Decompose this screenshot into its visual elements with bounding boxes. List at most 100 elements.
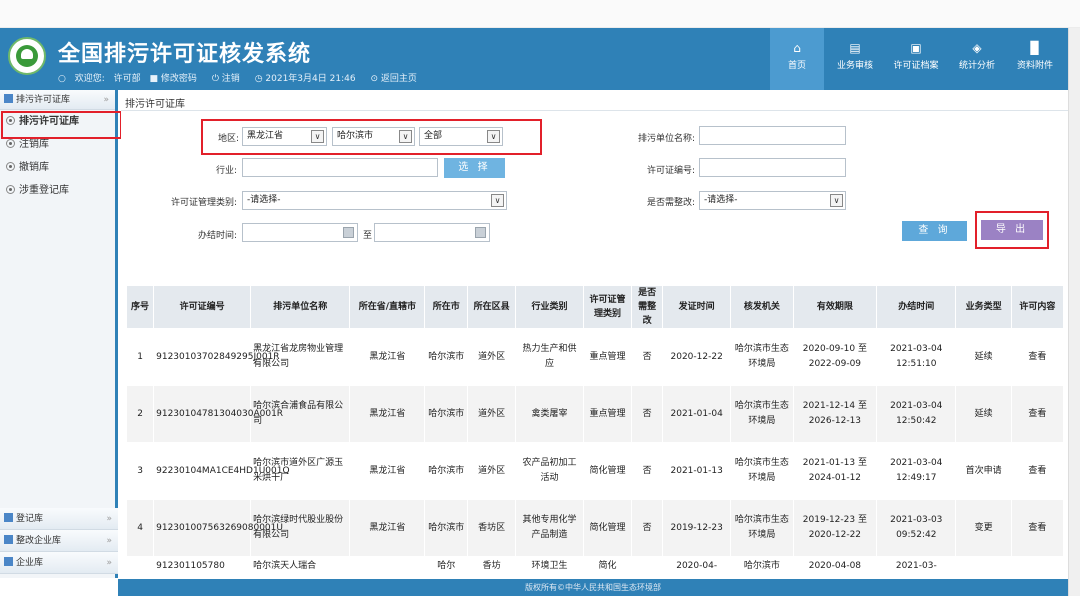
- table-cell: 重点管理: [582, 385, 632, 443]
- sidebar-group-rectify[interactable]: 整改企业库»: [0, 530, 118, 552]
- table-row[interactable]: 4 912301007563269080001U 哈尔滨绿时代股业股份有限公司 黑龙江…: [125, 499, 1065, 557]
- chevron-down-icon: ∨: [830, 194, 843, 207]
- sidebar-group-enterprise[interactable]: 企业库»: [0, 552, 118, 574]
- folder-icon: [4, 513, 13, 522]
- table-cell: 2021-01-13 至 2024-01-12: [792, 442, 878, 500]
- table-cell: 延续: [955, 385, 1012, 443]
- sidebar-bottom-groups: 登记库» 整改企业库» 企业库»: [0, 508, 118, 574]
- nav-attachments[interactable]: ▉ 资料附件: [1008, 28, 1062, 90]
- time-to-input[interactable]: [374, 223, 490, 242]
- logout-link[interactable]: ⏻ 注销: [212, 74, 246, 84]
- folder-icon: [4, 535, 13, 544]
- sidebar-group-license-db[interactable]: 排污许可证库»: [0, 90, 115, 110]
- ministry-logo-icon: [8, 37, 46, 75]
- table-cell: 91230103702849295J001R: [153, 328, 280, 386]
- time-from-input[interactable]: [242, 223, 358, 242]
- col-header: 所在市: [424, 285, 469, 329]
- table-cell: 道外区: [467, 385, 517, 443]
- chevron-down-icon: ∨: [491, 194, 504, 207]
- sidebar-group-registration[interactable]: 登记库»: [0, 508, 118, 530]
- table-cell: 哈尔滨市生态环境局: [730, 328, 794, 386]
- col-header: 业务类型: [955, 285, 1012, 329]
- table-cell: 2019-12-23: [662, 499, 732, 557]
- expand-icon: »: [106, 558, 112, 568]
- table-cell: 2: [125, 385, 155, 443]
- table-cell: 黑龙江省: [349, 385, 426, 443]
- table-cell: 延续: [955, 328, 1012, 386]
- table-cell: 否: [630, 328, 664, 386]
- col-header: 许可证管理类别: [582, 285, 632, 329]
- archive-icon: ▣: [910, 41, 922, 55]
- industry-label: 行业:: [215, 166, 237, 176]
- nav-business-review[interactable]: ▤ 业务审核: [828, 28, 882, 90]
- divider: [121, 110, 1068, 111]
- table-cell: 黑龙江省: [349, 328, 426, 386]
- change-password-link[interactable]: ■ 修改密码: [150, 74, 203, 84]
- nav-license-archive[interactable]: ▣ 许可证档案: [886, 28, 946, 90]
- table-cell: 其他专用化学产品制造: [515, 499, 584, 557]
- bar-chart-icon: ▉: [1030, 41, 1040, 55]
- unit-name-input[interactable]: [699, 126, 846, 145]
- col-header: 是否需整改: [630, 285, 664, 329]
- main-panel: 排污许可证库 地区: 黑龙江省 ∨ 哈尔滨市 ∨ 全部 ∨ 排污单位名称: 行业: 选…: [121, 90, 1068, 587]
- col-header: 许可证编号: [153, 285, 252, 329]
- nav-home[interactable]: ⌂ 首页: [770, 28, 824, 90]
- return-home-link[interactable]: ⊙ 返回主页: [370, 74, 422, 84]
- license-no-label: 许可证编号:: [646, 166, 695, 176]
- col-header: 所在区县: [467, 285, 517, 329]
- table-row[interactable]: 1 91230103702849295J001R 黑龙江省龙房物业管理有限公司 黑龙江…: [125, 328, 1065, 386]
- query-button[interactable]: 查 询: [902, 221, 967, 241]
- folder-icon: [4, 557, 13, 566]
- calendar-icon[interactable]: [475, 227, 486, 238]
- view-link[interactable]: 查看: [1010, 385, 1065, 443]
- nav-statistics[interactable]: ◈ 统计分析: [950, 28, 1004, 90]
- table-cell: 首次申请: [955, 442, 1012, 500]
- table-cell: 重点管理: [582, 328, 632, 386]
- table-row[interactable]: 3 92230104MA1CE4HD1U001Q 哈尔滨市道外区广源玉米烘干厂 黑龙江…: [125, 442, 1065, 500]
- view-link[interactable]: 查看: [1010, 442, 1065, 500]
- table-cell: 2021-03-04 12:49:17: [876, 442, 957, 500]
- sidebar-item-revoked[interactable]: 撤销库: [0, 156, 115, 179]
- license-table: 序号 许可证编号 排污单位名称 所在省/直辖市 所在市 所在区县 行业类别 许可…: [125, 285, 1065, 587]
- col-header: 发证时间: [662, 285, 732, 329]
- table-cell: 2021-03-03 09:52:42: [876, 499, 957, 557]
- table-cell: 92230104MA1CE4HD1U001Q: [153, 442, 290, 500]
- shield-icon: ◈: [972, 41, 982, 55]
- table-cell: 3: [125, 442, 155, 500]
- table-cell: 否: [630, 499, 664, 557]
- active-item-highlight: [1, 111, 122, 139]
- sidebar-item-heavy-metal[interactable]: 涉重登记库: [0, 179, 115, 202]
- table-row[interactable]: 2 91230104781304030A001R 哈尔滨合浦食品有限公司 黑龙江省 哈尔…: [125, 385, 1065, 443]
- document-icon: ▤: [849, 41, 861, 55]
- window-scrollbar[interactable]: [1068, 28, 1080, 596]
- table-header: 序号 许可证编号 排污单位名称 所在省/直辖市 所在市 所在区县 行业类别 许可…: [125, 285, 1065, 329]
- industry-input[interactable]: [242, 158, 438, 177]
- view-link[interactable]: 查看: [1010, 499, 1065, 557]
- export-highlight: [975, 211, 1049, 249]
- rectify-select[interactable]: -请选择- ∨: [699, 191, 846, 210]
- table-cell: 哈尔滨市: [424, 385, 469, 443]
- table-cell: 2019-12-23 至 2020-12-22: [792, 499, 878, 557]
- completion-time-label: 办结时间:: [197, 231, 237, 241]
- table-cell: 哈尔滨市: [424, 499, 469, 557]
- select-button[interactable]: 选 择: [444, 158, 505, 178]
- datetime-text: ◷ 2021年3月4日 21:46: [254, 74, 356, 84]
- home-icon: ⌂: [793, 41, 801, 55]
- table-cell: 哈尔滨市: [424, 328, 469, 386]
- table-cell: 农产品初加工活动: [515, 442, 584, 500]
- license-no-input[interactable]: [699, 158, 846, 177]
- category-select[interactable]: -请选择- ∨: [242, 191, 507, 210]
- table-cell: 4: [125, 499, 155, 557]
- table-cell: 2020-12-22: [662, 328, 732, 386]
- top-nav: ⌂ 首页 ▤ 业务审核 ▣ 许可证档案 ◈ 统计分析 ▉ 资料附件: [770, 28, 1066, 90]
- radio-icon: [6, 162, 15, 171]
- region-highlight: [201, 119, 542, 155]
- rectify-label: 是否需整改:: [646, 198, 695, 208]
- table-cell: 1: [125, 328, 155, 386]
- calendar-icon[interactable]: [343, 227, 354, 238]
- table-cell: 简化管理: [582, 442, 632, 500]
- col-header: 办结时间: [876, 285, 957, 329]
- user-bar: ○ 欢迎您: 许可部 ■ 修改密码 ⏻ 注销 ◷ 2021年3月4日 21:46…: [58, 71, 429, 84]
- col-header: 许可内容: [1010, 285, 1065, 329]
- view-link[interactable]: 查看: [1010, 328, 1065, 386]
